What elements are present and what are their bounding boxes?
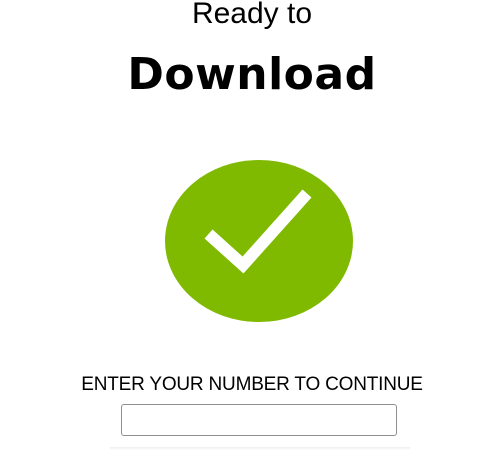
checkmark-circle-icon [165, 160, 353, 322]
phone-number-input[interactable] [121, 404, 397, 436]
download-page: Ready to Download ENTER YOUR NUMBER TO C… [0, 0, 504, 450]
enter-number-prompt: ENTER YOUR NUMBER TO CONTINUE [81, 374, 423, 395]
download-heading: Download [127, 49, 377, 100]
ready-to-heading: Ready to [191, 0, 313, 30]
